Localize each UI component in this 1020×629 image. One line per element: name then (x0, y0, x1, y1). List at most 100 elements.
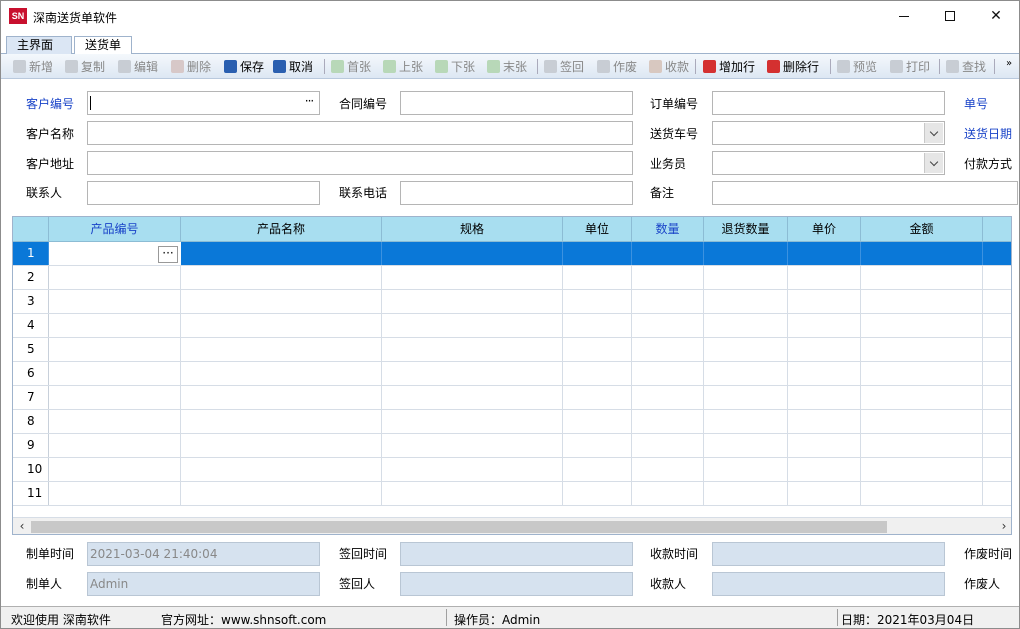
first-button[interactable]: 首张 (331, 58, 371, 75)
horizontal-scrollbar[interactable]: ‹ › (13, 517, 1011, 534)
grid-cell[interactable] (563, 410, 632, 433)
grid-cell[interactable] (861, 290, 983, 313)
grid-cell[interactable] (49, 266, 181, 289)
grid-cell[interactable] (704, 434, 788, 457)
grid-cell[interactable] (382, 242, 563, 265)
payment-button[interactable]: 收款 (649, 58, 689, 75)
grid-cell[interactable] (49, 314, 181, 337)
grid-cell[interactable] (632, 458, 704, 481)
grid-cell[interactable] (632, 386, 704, 409)
print-button[interactable]: 打印 (890, 58, 930, 75)
add-row-button[interactable]: 增加行 (703, 58, 755, 75)
grid-cell[interactable] (563, 386, 632, 409)
grid-cell[interactable] (382, 338, 563, 361)
grid-cell[interactable] (788, 362, 861, 385)
customer-address-input[interactable] (87, 151, 633, 175)
column-header[interactable]: 数量 (632, 217, 704, 242)
grid-cell[interactable] (49, 386, 181, 409)
table-row[interactable]: 11 (13, 482, 1011, 506)
copy-button[interactable]: 复制 (65, 58, 105, 75)
grid-cell[interactable] (49, 434, 181, 457)
grid-cell[interactable] (704, 314, 788, 337)
table-row[interactable]: 5 (13, 338, 1011, 362)
product-code-cell-editor[interactable]: ··· (49, 242, 181, 265)
close-button[interactable]: ✕ (973, 1, 1019, 31)
grid-cell[interactable] (563, 434, 632, 457)
grid-cell[interactable] (632, 266, 704, 289)
grid-cell[interactable] (382, 386, 563, 409)
grid-cell[interactable] (563, 290, 632, 313)
grid-cell[interactable] (704, 290, 788, 313)
grid-cell[interactable] (861, 482, 983, 505)
grid-cell[interactable] (788, 482, 861, 505)
grid-cell[interactable] (632, 362, 704, 385)
vehicle-no-select[interactable] (712, 121, 945, 145)
grid-cell[interactable] (788, 266, 861, 289)
customer-lookup-button[interactable]: ··· (301, 95, 317, 111)
grid-cell[interactable] (181, 362, 382, 385)
contract-no-input[interactable] (400, 91, 633, 115)
grid-cell[interactable] (788, 242, 861, 265)
grid-cell[interactable] (382, 314, 563, 337)
grid-cell[interactable] (632, 482, 704, 505)
grid-cell[interactable] (563, 338, 632, 361)
column-header[interactable]: 产品名称 (181, 217, 382, 242)
delete-row-button[interactable]: 删除行 (767, 58, 819, 75)
grid-cell[interactable] (49, 458, 181, 481)
grid-cell[interactable] (49, 290, 181, 313)
preview-button[interactable]: 预览 (837, 58, 877, 75)
scroll-left-button[interactable]: ‹ (15, 520, 29, 534)
next-button[interactable]: 下张 (435, 58, 475, 75)
scroll-right-button[interactable]: › (997, 520, 1011, 534)
grid-cell[interactable] (49, 410, 181, 433)
grid-cell[interactable] (382, 482, 563, 505)
grid-cell[interactable] (632, 410, 704, 433)
maximize-button[interactable] (927, 1, 973, 31)
grid-cell[interactable] (181, 386, 382, 409)
scrollbar-thumb[interactable] (31, 521, 887, 533)
grid-cell[interactable] (563, 242, 632, 265)
grid-cell[interactable] (704, 362, 788, 385)
new-doc-button[interactable]: 新增 (13, 58, 53, 75)
table-row[interactable]: 8 (13, 410, 1011, 434)
save-button[interactable]: 保存 (224, 58, 264, 75)
contact-phone-input[interactable] (400, 181, 633, 205)
prev-button[interactable]: 上张 (383, 58, 423, 75)
grid-cell[interactable] (861, 242, 983, 265)
salesperson-dropdown-button[interactable] (924, 153, 943, 173)
table-row[interactable]: 7 (13, 386, 1011, 410)
grid-cell[interactable] (632, 314, 704, 337)
grid-cell[interactable] (861, 458, 983, 481)
column-header[interactable]: 单位 (563, 217, 632, 242)
grid-cell[interactable] (704, 482, 788, 505)
grid-cell[interactable] (563, 458, 632, 481)
grid-cell[interactable] (788, 290, 861, 313)
contact-input[interactable] (87, 181, 320, 205)
toolbar-overflow-button[interactable]: » (1001, 58, 1017, 75)
edit-button[interactable]: 编辑 (118, 58, 158, 75)
grid-cell[interactable] (49, 338, 181, 361)
minimize-button[interactable] (881, 1, 927, 31)
grid-cell[interactable] (704, 266, 788, 289)
table-row[interactable]: 10 (13, 458, 1011, 482)
grid-cell[interactable] (181, 266, 382, 289)
column-header[interactable]: 退货数量 (704, 217, 788, 242)
grid-cell[interactable] (861, 314, 983, 337)
grid-cell[interactable] (788, 314, 861, 337)
undo-button[interactable]: 取消 (273, 58, 313, 75)
grid-cell[interactable] (788, 386, 861, 409)
grid-cell[interactable] (632, 338, 704, 361)
grid-cell[interactable] (632, 434, 704, 457)
table-row[interactable]: 9 (13, 434, 1011, 458)
salesperson-select[interactable] (712, 151, 945, 175)
column-header[interactable]: 单价 (788, 217, 861, 242)
delete-button[interactable]: 删除 (171, 58, 211, 75)
table-row[interactable]: 4 (13, 314, 1011, 338)
grid-cell[interactable] (632, 290, 704, 313)
grid-cell[interactable] (788, 410, 861, 433)
grid-cell[interactable] (181, 482, 382, 505)
grid-cell[interactable] (382, 434, 563, 457)
grid-cell[interactable] (861, 362, 983, 385)
grid-cell[interactable] (704, 242, 788, 265)
customer-name-input[interactable] (87, 121, 633, 145)
